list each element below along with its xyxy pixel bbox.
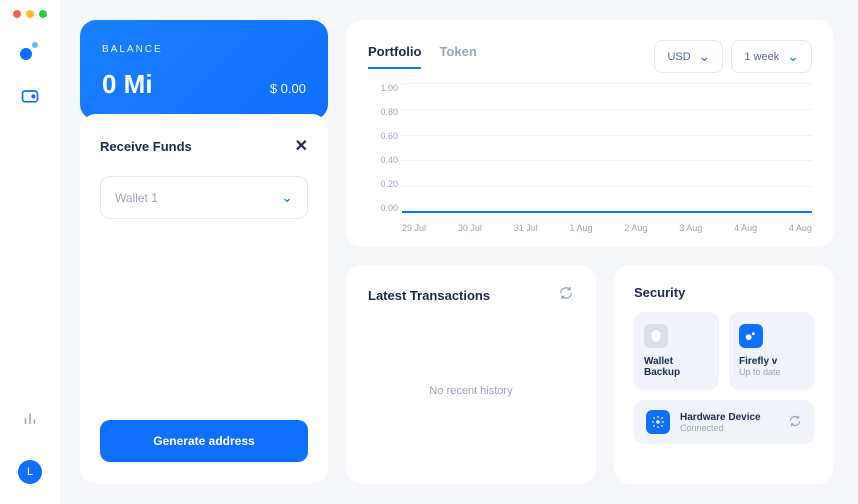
transactions-card: Latest Transactions No recent history: [346, 265, 596, 484]
wallet-backup-tile[interactable]: Wallet Backup: [634, 312, 719, 390]
currency-label: USD: [667, 51, 690, 63]
receive-title: Receive Funds: [100, 139, 192, 154]
range-label: 1 week: [744, 51, 779, 63]
balance-fiat: $ 0.00: [270, 81, 306, 96]
bottom-row: Latest Transactions No recent history Se…: [346, 265, 834, 484]
backup-label: Wallet Backup: [644, 356, 709, 378]
transactions-title: Latest Transactions: [368, 288, 490, 303]
nav-stats-icon[interactable]: [16, 404, 44, 432]
window-controls: [13, 10, 47, 18]
transactions-empty: No recent history: [368, 318, 574, 464]
close-window-icon[interactable]: [13, 10, 21, 18]
left-column: BALANCE 0 Mi $ 0.00 Receive Funds ✕ Wall…: [80, 20, 328, 484]
balance-card: BALANCE 0 Mi $ 0.00: [80, 20, 328, 120]
right-column: Portfolio Token USD ⌄ 1 week ⌄ 1.00: [346, 20, 834, 484]
maximize-window-icon[interactable]: [39, 10, 47, 18]
balance-label: BALANCE: [102, 44, 306, 55]
version-label: Firefly v: [739, 356, 804, 367]
chart-tabs: Portfolio Token: [368, 44, 477, 69]
refresh-icon[interactable]: [558, 285, 574, 306]
refresh-icon[interactable]: [788, 414, 802, 431]
chevron-down-icon: ⌄: [699, 48, 711, 65]
chevron-down-icon: ⌄: [281, 189, 293, 206]
x-axis: 29 Jul 30 Jul 31 Jul 1 Aug 2 Aug 3 Aug 4…: [402, 223, 812, 233]
chevron-down-icon: ⌄: [787, 48, 799, 65]
security-card: Security Wallet Backup Firefly v: [614, 265, 834, 484]
tab-token[interactable]: Token: [439, 44, 476, 69]
nav-wallet-icon[interactable]: [16, 82, 44, 110]
receive-funds-card: Receive Funds ✕ Wallet 1 ⌄ Generate addr…: [80, 114, 328, 484]
version-sub: Up to date: [739, 367, 804, 377]
main-content: BALANCE 0 Mi $ 0.00 Receive Funds ✕ Wall…: [60, 0, 858, 504]
chart-series-line: [402, 211, 812, 213]
gear-icon: [646, 410, 670, 434]
security-title: Security: [634, 285, 814, 300]
tab-portfolio[interactable]: Portfolio: [368, 44, 421, 69]
wallet-selected-label: Wallet 1: [115, 191, 158, 205]
currency-select[interactable]: USD ⌄: [654, 40, 723, 73]
range-select[interactable]: 1 week ⌄: [731, 40, 812, 73]
hardware-device-row[interactable]: Hardware Device Connected: [634, 400, 814, 444]
firefly-version-tile[interactable]: Firefly v Up to date: [729, 312, 814, 390]
y-axis: 1.00 0.80 0.60 0.40 0.20 0.00: [368, 83, 398, 213]
app-logo-icon: [18, 38, 42, 62]
user-avatar[interactable]: L: [18, 460, 42, 484]
balance-amount: 0 Mi: [102, 69, 153, 100]
close-icon[interactable]: ✕: [295, 136, 308, 156]
hardware-label: Hardware Device: [680, 412, 778, 423]
wallet-select[interactable]: Wallet 1 ⌄: [100, 176, 308, 219]
hardware-sub: Connected: [680, 423, 778, 433]
portfolio-chart-card: Portfolio Token USD ⌄ 1 week ⌄ 1.00: [346, 20, 834, 247]
shield-icon: [644, 324, 668, 348]
minimize-window-icon[interactable]: [26, 10, 34, 18]
chart-area: 1.00 0.80 0.60 0.40 0.20 0.00 29 Jul 30 …: [368, 83, 812, 233]
firefly-icon: [739, 324, 763, 348]
generate-address-button[interactable]: Generate address: [100, 420, 308, 462]
sidebar: L: [0, 0, 60, 504]
sidebar-bottom: L: [16, 404, 44, 484]
